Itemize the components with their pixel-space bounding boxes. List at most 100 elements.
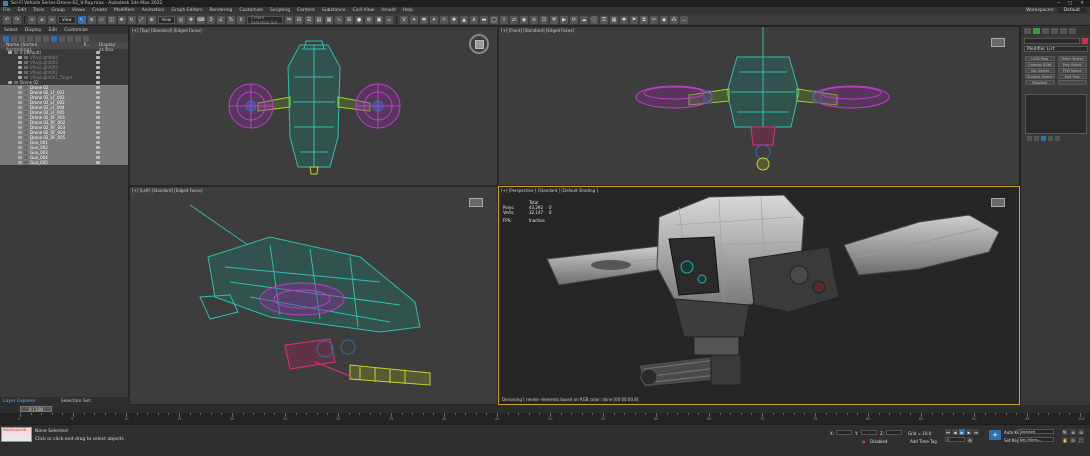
visibility-eye-icon[interactable] <box>18 56 22 59</box>
display-as-box-icon[interactable] <box>96 131 100 134</box>
filter-spacewarps-icon[interactable] <box>43 35 49 42</box>
display-as-box-icon[interactable] <box>96 126 100 129</box>
visibility-eye-icon[interactable] <box>18 156 22 159</box>
keyboard-shortcut-icon[interactable]: ⌨ <box>197 15 205 24</box>
percent-snap-icon[interactable]: % <box>227 15 235 24</box>
remove-modifier-icon[interactable] <box>1048 136 1053 141</box>
menu-arnold[interactable]: Arnold <box>381 8 396 13</box>
toggle-layer-explorer-icon[interactable]: ▤ <box>315 15 323 24</box>
vray-more-icon[interactable]: … <box>680 15 688 24</box>
scene-explorer-customize-menu[interactable]: Customize <box>64 28 88 33</box>
filter-geometry-icon[interactable] <box>3 35 9 42</box>
current-frame-field[interactable]: 0 <box>945 437 965 442</box>
visibility-eye-icon[interactable] <box>18 86 22 89</box>
key-mode-select[interactable]: Selected <box>1018 429 1054 434</box>
vray-render-icon[interactable]: ▶ <box>560 15 568 24</box>
menu-group[interactable]: Group <box>51 8 65 13</box>
vray-sphere-icon[interactable]: ◯ <box>490 15 498 24</box>
vray-mesh-export-icon[interactable]: ⇪ <box>500 15 508 24</box>
scene-explorer-row[interactable]: Gun_005 <box>0 160 128 165</box>
vray-plane-icon[interactable]: ▬ <box>480 15 488 24</box>
visibility-eye-icon[interactable] <box>18 116 22 119</box>
maximize-icon[interactable]: □ <box>1068 1 1072 6</box>
render-setup-icon[interactable]: ⚙ <box>365 15 373 24</box>
vray-settings-icon[interactable]: ⚒ <box>550 15 558 24</box>
rotate-icon[interactable]: ↻ <box>127 15 136 24</box>
menu-rendering[interactable]: Rendering <box>209 8 232 13</box>
modify-tab-icon[interactable] <box>1033 27 1040 34</box>
select-manipulate-icon[interactable]: ✚ <box>187 15 195 24</box>
modifier-button[interactable]: UVW Map <box>1025 56 1055 61</box>
pivot-center-icon[interactable]: ◎ <box>177 15 185 24</box>
move-icon[interactable]: ✥ <box>117 15 126 24</box>
object-color-swatch[interactable] <box>1082 38 1088 44</box>
y-coord-field[interactable] <box>861 430 877 435</box>
maxscript-text[interactable]: MAXScript Mi... <box>2 428 31 435</box>
scene-explorer-select-menu[interactable]: Select <box>4 28 18 33</box>
link-icon[interactable]: ∞ <box>28 15 36 24</box>
display-none-icon[interactable] <box>59 35 65 42</box>
zoom-icon[interactable]: 🔍 <box>1062 429 1068 435</box>
display-as-box-icon[interactable] <box>96 76 100 79</box>
modifier-button[interactable] <box>1057 80 1087 85</box>
invert-display-icon[interactable] <box>67 35 73 42</box>
selection-filter-select[interactable]: View <box>58 15 76 24</box>
spinner-snap-icon[interactable]: ⇕ <box>237 15 245 24</box>
vray-scene-converter-icon[interactable]: ⇄ <box>510 15 518 24</box>
menu-help[interactable]: Help <box>403 8 413 13</box>
display-as-box-icon[interactable] <box>96 96 100 99</box>
vray-grid-icon[interactable]: ▦ <box>610 15 618 24</box>
window-crossing-icon[interactable]: ◫ <box>107 15 116 24</box>
display-as-box-icon[interactable] <box>96 121 100 124</box>
unlink-icon[interactable]: ⌀ <box>38 15 46 24</box>
visibility-eye-icon[interactable] <box>8 51 12 54</box>
rendered-frame-window-icon[interactable]: ▣ <box>375 15 383 24</box>
pan-view-icon[interactable]: ✋ <box>1062 437 1068 443</box>
filter-lights-icon[interactable] <box>19 35 25 42</box>
menu-scripting[interactable]: Scripting <box>270 8 290 13</box>
modifier-button[interactable]: Surface Select <box>1025 74 1055 79</box>
align-icon[interactable]: ⊟ <box>295 15 303 24</box>
vray-tool-icon[interactable]: ⚑ <box>630 15 638 24</box>
display-as-box-icon[interactable] <box>96 71 100 74</box>
modifier-list-dropdown[interactable]: Modifier List <box>1024 46 1088 52</box>
scale-icon[interactable]: ⤢ <box>137 15 146 24</box>
show-end-result-icon[interactable] <box>1034 136 1039 141</box>
menu-animation[interactable]: Animation <box>142 8 165 13</box>
undo-icon[interactable]: ↶ <box>3 15 11 24</box>
set-key-mode-icon[interactable]: + <box>989 430 1001 440</box>
visibility-eye-icon[interactable] <box>18 126 22 129</box>
z-coord-field[interactable] <box>886 430 902 435</box>
vray-fur-icon[interactable]: ⋔ <box>470 15 478 24</box>
maximize-viewport-icon[interactable]: ⛶ <box>1078 437 1084 443</box>
visibility-eye-icon[interactable] <box>18 96 22 99</box>
visibility-eye-icon[interactable] <box>18 141 22 144</box>
column-display-as-box[interactable]: Display as Box <box>99 43 120 53</box>
select-object-icon[interactable]: ↖ <box>77 15 86 24</box>
display-as-box-icon[interactable] <box>96 56 100 59</box>
vray-interactive-icon[interactable]: ⟳ <box>570 15 578 24</box>
visibility-eye-icon[interactable] <box>18 151 22 154</box>
vray-wifi-icon[interactable]: ≋ <box>530 15 538 24</box>
menu-views[interactable]: Views <box>72 8 85 13</box>
make-unique-icon[interactable] <box>1041 136 1046 141</box>
named-selection-set-input[interactable]: Create Selection Set <box>247 15 283 25</box>
key-filters-button[interactable]: Key Filters... <box>1018 437 1054 442</box>
curve-editor-icon[interactable]: ∿ <box>335 15 343 24</box>
next-frame-icon[interactable]: ▶ <box>966 429 972 435</box>
display-as-box-icon[interactable] <box>96 106 100 109</box>
modifier-button[interactable]: Patch Select <box>1057 56 1087 61</box>
scene-explorer-edit-menu[interactable]: Edit <box>48 28 57 33</box>
display-all-icon[interactable] <box>51 35 57 42</box>
filter-cameras-icon[interactable] <box>27 35 33 42</box>
filter-helpers-icon[interactable] <box>35 35 41 42</box>
vray-decal-icon[interactable]: ◆ <box>660 15 668 24</box>
visibility-eye-icon[interactable] <box>18 66 22 69</box>
vray-proxy-icon[interactable]: ▲ <box>460 15 468 24</box>
snaps-toggle-icon[interactable]: 3 <box>207 15 215 24</box>
display-as-box-icon[interactable] <box>96 146 100 149</box>
motion-tab-icon[interactable] <box>1051 27 1058 34</box>
visibility-eye-icon[interactable] <box>8 81 12 84</box>
workspace-select[interactable]: Default <box>1057 8 1086 13</box>
viewport-perspective[interactable]: [+] [Perspective ] [Standard ] [Default … <box>498 186 1020 405</box>
